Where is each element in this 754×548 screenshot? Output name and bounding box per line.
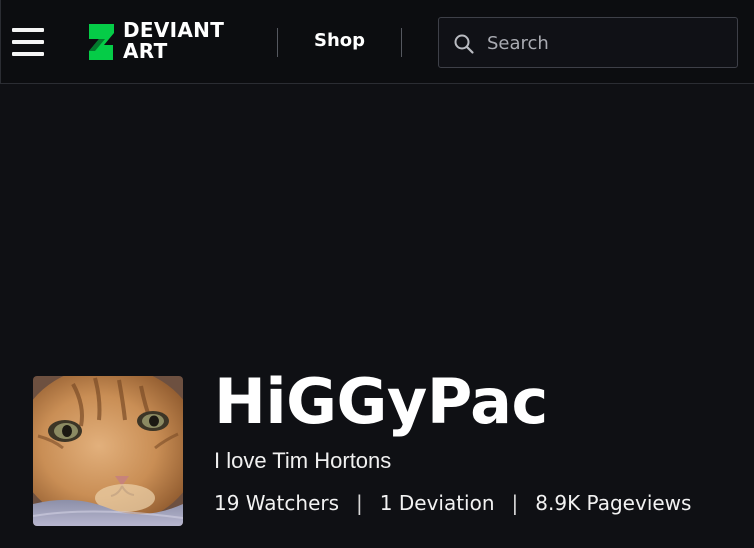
pageviews-count: 8.9K Pageviews xyxy=(535,491,692,515)
nav-divider xyxy=(401,28,402,57)
avatar[interactable] xyxy=(33,376,183,526)
deviantart-logo[interactable]: DEVIANT ART xyxy=(87,20,243,64)
menu-line xyxy=(12,52,44,56)
stats-separator: | xyxy=(356,491,363,515)
cat-avatar-icon xyxy=(33,376,183,526)
menu-line xyxy=(12,40,44,44)
hamburger-menu-icon[interactable] xyxy=(11,26,45,58)
watchers-count[interactable]: 19 Watchers xyxy=(214,491,339,515)
profile-username[interactable]: HiGGyPac xyxy=(214,364,548,440)
nav-divider xyxy=(277,28,278,57)
search-input[interactable] xyxy=(487,26,727,60)
stats-separator: | xyxy=(511,491,519,515)
shop-link[interactable]: Shop xyxy=(314,30,365,51)
search-box[interactable] xyxy=(438,17,738,68)
deviations-count[interactable]: 1 Deviation xyxy=(380,491,495,515)
top-navigation-bar: DEVIANT ART Shop xyxy=(0,0,754,84)
deviantart-logo-icon xyxy=(89,24,114,60)
search-icon xyxy=(454,34,474,54)
profile-tagline: I love Tim Hortons xyxy=(214,448,392,473)
logo-line-2: ART xyxy=(123,39,168,63)
profile-stats: 19 Watchers | 1 Deviation | 8.9K Pagevie… xyxy=(214,491,691,515)
menu-line xyxy=(12,28,44,32)
logo-wordmark: DEVIANT ART xyxy=(123,20,224,62)
